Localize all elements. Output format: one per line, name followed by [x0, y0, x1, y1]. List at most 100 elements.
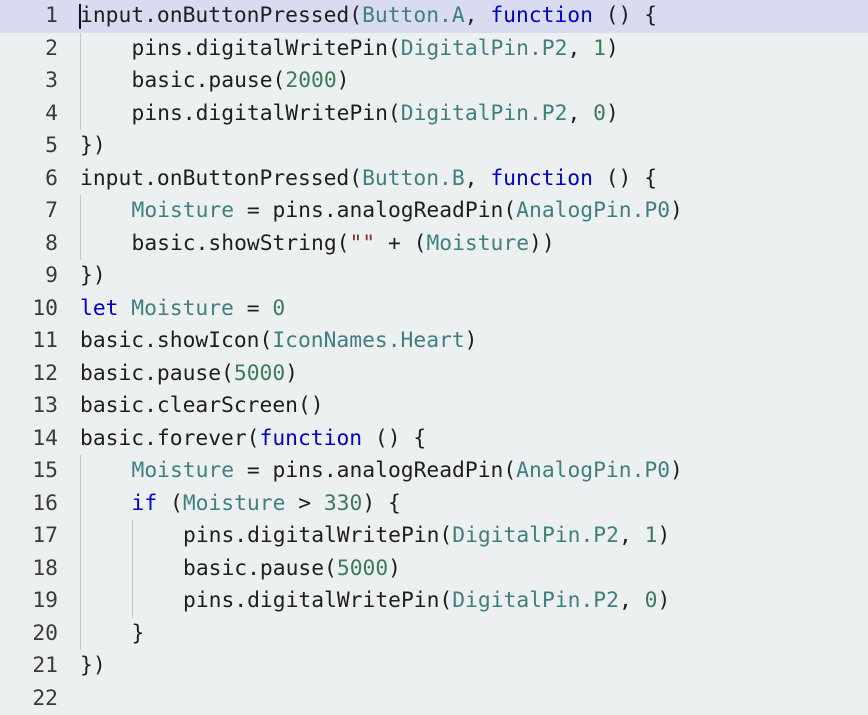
line-number: 17 — [0, 520, 58, 553]
keyword-token: function — [490, 3, 593, 28]
plain-token: ) — [606, 36, 619, 61]
keyword-token: function — [260, 426, 363, 451]
indent-guide — [80, 585, 81, 618]
code-line[interactable]: 5}) — [0, 130, 868, 163]
indent-guide — [80, 488, 81, 521]
number-token: 1 — [645, 523, 658, 548]
indent-guide — [132, 553, 133, 586]
number-token: 330 — [324, 491, 362, 516]
variable-token: Moisture — [426, 231, 529, 256]
plain-token: }) — [80, 653, 106, 678]
plain-token — [118, 296, 131, 321]
plain-token: , — [465, 3, 491, 28]
line-number: 5 — [0, 130, 58, 163]
code-text: }) — [80, 650, 106, 683]
indent-guide — [80, 33, 81, 66]
line-number: 21 — [0, 650, 58, 683]
code-line[interactable]: 9}) — [0, 260, 868, 293]
code-line[interactable]: 20} — [0, 618, 868, 651]
number-token: 2000 — [285, 68, 336, 93]
line-number: 9 — [0, 260, 58, 293]
code-line[interactable]: 2pins.digitalWritePin(DigitalPin.P2, 1) — [0, 33, 868, 66]
code-text: pins.digitalWritePin(DigitalPin.P2, 0) — [183, 585, 670, 618]
code-text: let Moisture = 0 — [80, 293, 285, 326]
plain-token: , — [619, 523, 645, 548]
code-text: basic.pause(2000) — [132, 65, 350, 98]
code-line[interactable]: 7Moisture = pins.analogReadPin(AnalogPin… — [0, 195, 868, 228]
code-line[interactable]: 11 basic.showIcon(IconNames.Heart) — [0, 325, 868, 358]
number-token: 0 — [593, 101, 606, 126]
plain-token: , — [567, 36, 593, 61]
code-line[interactable]: 1input.onButtonPressed(Button.A, functio… — [0, 0, 868, 33]
plain-token: )) — [529, 231, 555, 256]
code-text: basic.pause(5000) — [183, 553, 401, 586]
indent-guide — [80, 520, 81, 553]
code-line[interactable]: 16 if (Moisture > 330) { — [0, 488, 868, 521]
plain-token: ) — [285, 361, 298, 386]
string-token: "" — [349, 231, 375, 256]
plain-token: , — [567, 101, 593, 126]
line-number: 3 — [0, 65, 58, 98]
code-line[interactable]: 14basic.forever(function () { — [0, 423, 868, 456]
plain-token: ) — [337, 68, 350, 93]
indent-guide — [80, 98, 81, 131]
plain-token: input.onButtonPressed( — [80, 166, 362, 191]
plain-token: + ( — [375, 231, 426, 256]
line-number: 11 — [0, 325, 58, 358]
line-number: 6 — [0, 163, 58, 196]
plain-token: }) — [80, 263, 106, 288]
indent-guide — [80, 228, 81, 261]
code-text: basic.showIcon(IconNames.Heart) — [80, 325, 477, 358]
number-token: 0 — [645, 588, 658, 613]
code-editor[interactable]: 1input.onButtonPressed(Button.A, functio… — [0, 0, 868, 705]
code-line[interactable]: 19pins.digitalWritePin(DigitalPin.P2, 0) — [0, 585, 868, 618]
code-line[interactable]: 10let Moisture = 0 — [0, 293, 868, 326]
plain-token: pins.digitalWritePin( — [183, 588, 452, 613]
line-number: 13 — [0, 390, 58, 423]
plain-token: } — [132, 621, 145, 646]
line-number: 20 — [0, 618, 58, 651]
line-number: 1 — [0, 0, 58, 33]
code-line[interactable]: 21}) — [0, 650, 868, 683]
code-line[interactable]: 8basic.showString("" + (Moisture)) — [0, 228, 868, 261]
keyword-token: let — [80, 296, 118, 321]
code-text: Moisture = pins.analogReadPin(AnalogPin.… — [132, 455, 683, 488]
code-line[interactable]: 4pins.digitalWritePin(DigitalPin.P2, 0) — [0, 98, 868, 131]
indent-guide — [80, 553, 81, 586]
line-number: 15 — [0, 455, 58, 488]
plain-token: () { — [593, 166, 657, 191]
line-number: 8 — [0, 228, 58, 261]
code-line[interactable]: 22 — [0, 683, 868, 715]
code-line[interactable]: 3 basic.pause(2000) — [0, 65, 868, 98]
plain-token: pins.digitalWritePin( — [132, 36, 401, 61]
plain-token: = pins.analogReadPin( — [234, 458, 516, 483]
code-line[interactable]: 6input.onButtonPressed(Button.B, functio… — [0, 163, 868, 196]
variable-token: Moisture — [132, 458, 235, 483]
code-text: if (Moisture > 330) { — [132, 488, 401, 521]
plain-token: basic.pause( — [132, 68, 286, 93]
code-line[interactable]: 17pins.digitalWritePin(DigitalPin.P2, 1) — [0, 520, 868, 553]
code-text: pins.digitalWritePin(DigitalPin.P2, 0) — [132, 98, 619, 131]
variable-token: Moisture — [131, 296, 234, 321]
variable-token: Moisture — [132, 198, 235, 223]
code-line[interactable]: 15 Moisture = pins.analogReadPin(AnalogPi… — [0, 455, 868, 488]
code-line[interactable]: 12basic.pause(5000) — [0, 358, 868, 391]
plain-token: pins.digitalWritePin( — [132, 101, 401, 126]
plain-token: > — [285, 491, 323, 516]
plain-token: ) — [657, 588, 670, 613]
code-line[interactable]: 13basic.clearScreen() — [0, 390, 868, 423]
plain-token: ) — [388, 556, 401, 581]
code-text: basic.forever(function () { — [80, 423, 426, 456]
code-text: }) — [80, 130, 106, 163]
line-number: 16 — [0, 488, 58, 521]
number-token: 1 — [593, 36, 606, 61]
number-token: 5000 — [234, 361, 285, 386]
number-token: 0 — [272, 296, 285, 321]
line-number: 7 — [0, 195, 58, 228]
plain-token: }) — [80, 133, 106, 158]
line-number: 2 — [0, 33, 58, 66]
plain-token: ) — [657, 523, 670, 548]
code-line[interactable]: 18basic.pause(5000) — [0, 553, 868, 586]
type-token: IconNames.Heart — [272, 328, 464, 353]
type-token: AnalogPin.P0 — [516, 198, 670, 223]
